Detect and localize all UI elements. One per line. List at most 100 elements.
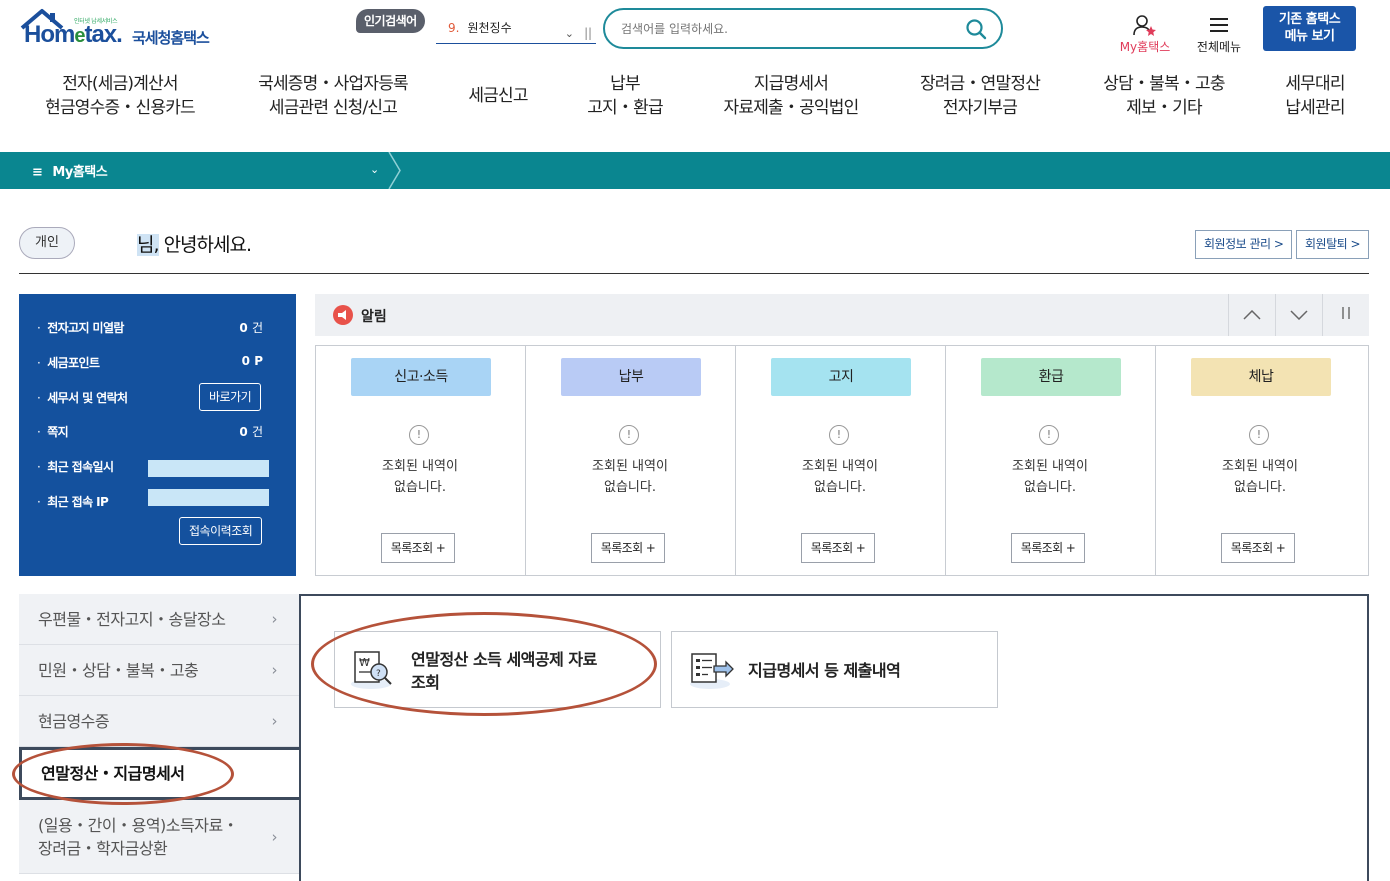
logo-korean-name: 국세청홈택스 xyxy=(132,29,210,47)
svg-text:₩: ₩ xyxy=(359,656,370,669)
all-menu-label: 전체메뉴 xyxy=(1196,40,1242,54)
notice-tag: 환급 xyxy=(981,358,1121,396)
menu-icon: ≡ xyxy=(32,165,43,180)
notice-column-payment: 납부 ! 조회된 내역이 없습니다. 목록조회 + xyxy=(526,346,736,575)
global-nav: 전자(세금)계산서 현금영수증・신용카드 국세증명・사업자등록 세금관련 신청/… xyxy=(0,72,1390,132)
my-hometax-dropdown[interactable]: ≡ My홈택스 xyxy=(32,161,108,180)
breadcrumb-separator-icon xyxy=(388,152,401,189)
tax-office-shortcut-button[interactable]: 바로가기 xyxy=(199,383,262,411)
divider xyxy=(19,273,1369,274)
notice-title: 알림 xyxy=(361,309,387,325)
card-label: 연말정산 소득 세액공제 자료 조회 xyxy=(411,650,597,692)
year-end-deduction-card[interactable]: ₩ ? 연말정산 소득 세액공제 자료 조회 xyxy=(334,631,661,708)
notice-empty-message: 조회된 내역이 없습니다. xyxy=(382,459,458,495)
sidebar-item-complaint[interactable]: 민원・상담・불복・고충 › xyxy=(19,645,301,696)
notice-empty-message: 조회된 내역이 없습니다. xyxy=(592,459,668,495)
card-label: 지급명세서 등 제출내역 xyxy=(748,661,901,680)
notice-empty-message: 조회된 내역이 없습니다. xyxy=(1222,459,1298,495)
list-view-button[interactable]: 목록조회 + xyxy=(801,533,875,563)
chevron-down-icon[interactable]: ⌄ xyxy=(370,163,379,176)
list-view-button[interactable]: 목록조회 + xyxy=(1221,533,1295,563)
chevron-right-icon: › xyxy=(271,610,278,628)
tax-points-value[interactable]: 0 P xyxy=(242,354,263,368)
e-notice-label: · 전자고지 미열람 xyxy=(37,321,124,335)
last-ip-value xyxy=(148,489,269,506)
search-box xyxy=(603,8,1003,49)
last-login-label: · 최근 접속일시 xyxy=(37,460,114,474)
gnb-item-incentive[interactable]: 장려금・연말정산 전자기부금 xyxy=(912,72,1048,120)
all-menu-button[interactable]: 전체메뉴 xyxy=(1192,14,1246,55)
tax-deduction-search-icon: ₩ ? xyxy=(351,651,392,689)
member-info-button[interactable]: 회원정보 관리 > xyxy=(1195,230,1293,259)
my-hometax-link[interactable]: My홈택스 xyxy=(1114,14,1176,55)
notice-empty-message: 조회된 내역이 없습니다. xyxy=(802,459,878,495)
content-panel: ₩ ? 연말정산 소득 세액공제 자료 조회 지급명세서 등 제출내역 xyxy=(299,594,1369,881)
payment-statement-icon xyxy=(690,653,734,689)
search-input[interactable] xyxy=(621,19,951,39)
popular-search-select[interactable]: 9. 원천징수 ⌄ | | xyxy=(436,16,596,44)
chevron-down-icon[interactable]: ⌄ xyxy=(565,22,574,46)
notice-empty-message: 조회된 내역이 없습니다. xyxy=(1012,459,1088,495)
notice-tag: 신고·소득 xyxy=(351,358,491,396)
gnb-item-tax-return[interactable]: 세금신고 xyxy=(458,84,538,108)
chevron-up-icon[interactable] xyxy=(1228,294,1275,336)
sidebar-item-year-end-settlement[interactable]: 연말정산・지급명세서 xyxy=(19,747,303,800)
sidebar-item-income-data[interactable]: (일용・간이・용역)소득자료・ 장려금・학자금상환 › xyxy=(19,800,301,874)
tax-office-label: · 세무서 및 연락처 xyxy=(37,391,128,405)
list-view-button[interactable]: 목록조회 + xyxy=(381,533,455,563)
hometax-page: 인터넷 납세서비스 Hometax. 국세청홈택스 인기검색어 9. 원천징수 ⌄… xyxy=(0,0,1390,881)
gnb-item-invoice[interactable]: 전자(세금)계산서 현금영수증・신용카드 xyxy=(40,72,200,120)
hometax-logo[interactable]: 인터넷 납세서비스 Hometax. 국세청홈택스 xyxy=(20,8,220,50)
chevron-right-icon: › xyxy=(271,828,278,846)
megaphone-icon xyxy=(333,305,353,325)
user-name-suffix: 님, xyxy=(137,234,160,256)
logo-wordmark: Hometax. xyxy=(24,21,123,48)
notice-tag: 체납 xyxy=(1191,358,1331,396)
pause-icon[interactable]: | | xyxy=(584,21,592,45)
exclamation-icon: ! xyxy=(829,425,849,445)
gnb-item-certificate[interactable]: 국세증명・사업자등록 세금관련 신청/신고 xyxy=(250,72,416,120)
sidebar-item-mail[interactable]: 우편물・전자고지・송달장소 › xyxy=(19,594,301,645)
my-hometax-label: My홈택스 xyxy=(1119,40,1171,54)
exclamation-icon: ! xyxy=(1249,425,1269,445)
list-view-button[interactable]: 목록조회 + xyxy=(591,533,665,563)
my-hometax-bar: ≡ My홈택스 ⌄ xyxy=(0,152,1390,189)
exclamation-icon: ! xyxy=(619,425,639,445)
my-hometax-bar-label: My홈택스 xyxy=(52,165,108,180)
withdraw-button[interactable]: 회원탈퇴 > xyxy=(1296,230,1370,259)
payment-statement-history-card[interactable]: 지급명세서 등 제출내역 xyxy=(671,631,998,708)
gnb-item-payment-statement[interactable]: 지급명세서 자료제출・공익법인 xyxy=(716,72,866,120)
tax-points-label: · 세금포인트 xyxy=(37,356,100,370)
notice-column-refund: 환급 ! 조회된 내역이 없습니다. 목록조회 + xyxy=(946,346,1156,575)
notice-tag: 납부 xyxy=(561,358,701,396)
gnb-item-tax-agent[interactable]: 세무대리 납세관리 xyxy=(1275,72,1355,120)
popular-search-badge: 인기검색어 xyxy=(356,9,425,33)
exclamation-icon: ! xyxy=(1039,425,1059,445)
last-ip-label: · 최근 접속 IP xyxy=(37,495,109,509)
chevron-right-icon: › xyxy=(271,712,278,730)
list-view-button[interactable]: 목록조회 + xyxy=(1011,533,1085,563)
user-info-panel: · 전자고지 미열람 0 건 · 세금포인트 0 P · 세무서 및 연락처 바로가기… xyxy=(19,294,296,576)
notice-body: 신고·소득 ! 조회된 내역이 없습니다. 목록조회 + 납부 ! 조회된 내역… xyxy=(315,345,1369,576)
exclamation-icon: ! xyxy=(409,425,429,445)
search-icon[interactable] xyxy=(965,18,987,40)
gnb-item-payment[interactable]: 납부 고지・환급 xyxy=(580,72,670,120)
e-notice-count[interactable]: 0 건 xyxy=(239,319,263,336)
last-login-value xyxy=(148,460,269,477)
user-star-icon xyxy=(1133,15,1156,36)
gnb-item-consultation[interactable]: 상담・불복・고충 제보・기타 xyxy=(1094,72,1234,120)
notice-column-arrears: 체납 ! 조회된 내역이 없습니다. 목록조회 + xyxy=(1156,346,1366,575)
popular-term: 원천징수 xyxy=(467,21,512,35)
notice-column-filing: 신고·소득 ! 조회된 내역이 없습니다. 목록조회 + xyxy=(316,346,526,575)
chevron-down-icon[interactable] xyxy=(1275,294,1322,336)
memo-count[interactable]: 0 건 xyxy=(239,423,263,440)
popular-rank: 9. xyxy=(448,21,460,35)
memo-label: · 쪽지 xyxy=(37,425,69,439)
access-history-button[interactable]: 접속이력조회 xyxy=(179,517,263,545)
notice-header: 알림 xyxy=(315,294,1369,336)
greeting-message: 안녕하세요. xyxy=(158,234,252,256)
pause-icon[interactable] xyxy=(1322,294,1369,336)
sidebar-item-cash-receipt[interactable]: 현금영수증 › xyxy=(19,696,301,747)
old-hometax-button[interactable]: 기존 홈택스 메뉴 보기 xyxy=(1263,6,1356,51)
notice-tag: 고지 xyxy=(771,358,911,396)
